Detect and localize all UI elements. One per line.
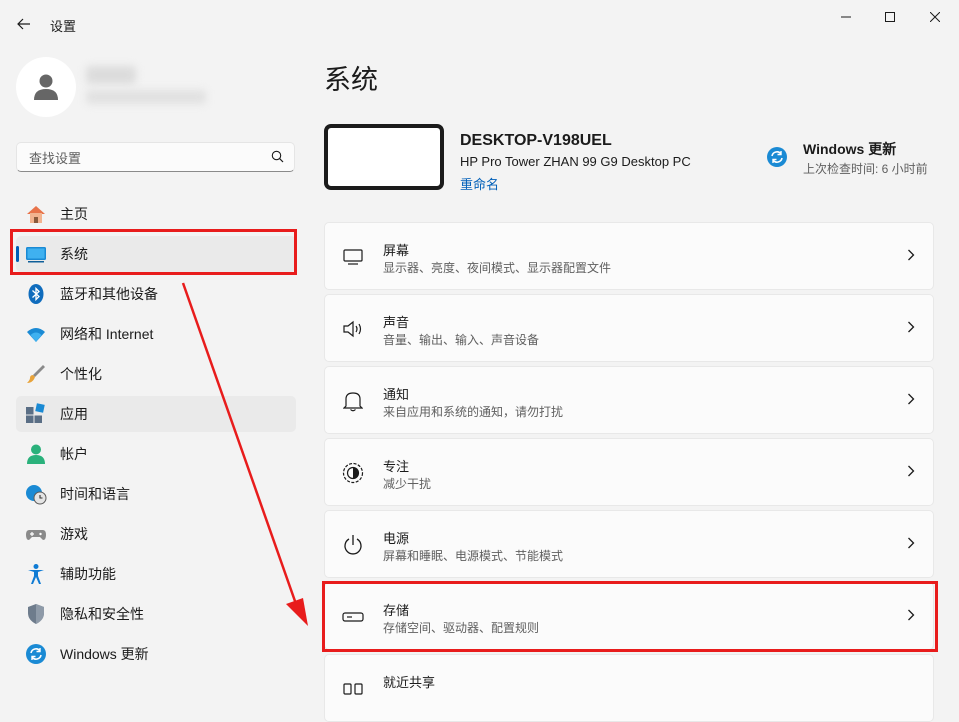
maximize-button[interactable] (870, 4, 910, 30)
storage-icon (342, 606, 364, 628)
windows-update-last-checked: 上次检查时间: 6 小时前 (803, 162, 928, 176)
back-button[interactable] (12, 12, 36, 36)
sidebar-item-label: 网络和 Internet (60, 326, 154, 342)
chevron-right-icon (908, 465, 915, 477)
settings-card-sound[interactable]: 声音 音量、输出、输入、声音设备 (324, 294, 934, 362)
sidebar-item-label: 应用 (60, 406, 88, 422)
update-icon (25, 643, 47, 665)
sidebar-item-apps[interactable]: 应用 (16, 396, 296, 432)
globe-clock-icon (25, 483, 47, 505)
close-button[interactable] (915, 4, 955, 30)
settings-card-display[interactable]: 屏幕 显示器、亮度、夜间模式、显示器配置文件 (324, 222, 934, 290)
settings-card-focus[interactable]: 专注 减少干扰 (324, 438, 934, 506)
chevron-right-icon (908, 249, 915, 261)
sidebar-item-time-language[interactable]: 时间和语言 (16, 476, 296, 512)
chevron-right-icon (908, 609, 915, 621)
wifi-icon (25, 323, 47, 345)
settings-card-nearby-share[interactable]: 就近共享 (324, 654, 934, 722)
sidebar-item-system[interactable]: 系统 (16, 236, 296, 272)
card-subtitle: 来自应用和系统的通知，请勿打扰 (383, 405, 564, 419)
sidebar-item-label: 系统 (60, 246, 88, 262)
settings-card-storage[interactable]: 存储 存储空间、驱动器、配置规则 (324, 582, 934, 650)
sidebar-item-accounts[interactable]: 帐户 (16, 436, 296, 472)
device-model: HP Pro Tower ZHAN 99 G9 Desktop PC (460, 154, 691, 169)
sidebar-item-gaming[interactable]: 游戏 (16, 516, 296, 552)
card-subtitle: 存储空间、驱动器、配置规则 (383, 621, 540, 635)
avatar[interactable] (16, 57, 76, 117)
card-subtitle: 显示器、亮度、夜间模式、显示器配置文件 (383, 261, 612, 275)
card-title: 通知 (383, 387, 410, 402)
windows-update-icon[interactable] (766, 146, 788, 168)
user-icon (34, 74, 58, 100)
windows-update-title[interactable]: Windows 更新 (803, 139, 896, 159)
system-icon (25, 243, 47, 265)
bluetooth-icon (25, 283, 47, 305)
sidebar-item-bluetooth[interactable]: 蓝牙和其他设备 (16, 276, 296, 312)
account-icon (25, 443, 47, 465)
sidebar-item-label: Windows 更新 (60, 646, 149, 662)
sidebar-item-accessibility[interactable]: 辅助功能 (16, 556, 296, 592)
bell-icon (342, 390, 364, 412)
monitor-icon (342, 246, 364, 268)
nearby-share-icon (342, 678, 364, 700)
minimize-button[interactable] (826, 4, 866, 30)
card-subtitle: 减少干扰 (383, 477, 432, 491)
chevron-right-icon (908, 321, 915, 333)
minimize-icon (841, 16, 851, 18)
card-subtitle: 屏幕和睡眠、电源模式、节能模式 (383, 549, 564, 563)
close-icon (930, 12, 940, 22)
home-icon (25, 203, 47, 225)
card-title: 存储 (383, 603, 410, 618)
power-icon (342, 534, 364, 556)
selection-indicator (16, 246, 19, 262)
settings-card-power[interactable]: 电源 屏幕和睡眠、电源模式、节能模式 (324, 510, 934, 578)
rename-link[interactable]: 重命名 (460, 174, 499, 193)
card-title: 声音 (383, 315, 410, 330)
back-arrow-icon (17, 18, 30, 30)
sidebar-item-label: 辅助功能 (60, 566, 116, 582)
search-box[interactable] (16, 142, 295, 172)
brush-icon (25, 363, 47, 385)
sidebar-item-label: 个性化 (60, 366, 102, 382)
app-title: 设置 (50, 19, 77, 34)
card-title: 屏幕 (383, 243, 410, 258)
sidebar-item-label: 隐私和安全性 (60, 606, 144, 622)
sidebar-item-label: 帐户 (60, 446, 88, 462)
sidebar-item-label: 时间和语言 (60, 486, 130, 502)
shield-icon (25, 603, 47, 625)
accessibility-icon (25, 563, 47, 585)
card-subtitle: 音量、输出、输入、声音设备 (383, 333, 540, 347)
card-title: 电源 (383, 531, 410, 546)
apps-icon (25, 403, 47, 425)
sidebar-item-windows-update[interactable]: Windows 更新 (16, 636, 296, 672)
sidebar-item-label: 游戏 (60, 526, 88, 542)
chevron-right-icon (908, 537, 915, 549)
device-name: DESKTOP-V198UEL (460, 132, 612, 149)
page-title: 系统 (324, 65, 378, 95)
sidebar-item-label: 主页 (60, 206, 88, 222)
speaker-icon (342, 318, 364, 340)
search-input[interactable] (27, 148, 261, 168)
focus-icon (342, 462, 364, 484)
search-icon (271, 150, 284, 163)
chevron-right-icon (908, 393, 915, 405)
profile-name-redacted (86, 66, 136, 84)
card-title: 专注 (383, 459, 410, 474)
settings-card-notifications[interactable]: 通知 来自应用和系统的通知，请勿打扰 (324, 366, 934, 434)
device-image (324, 124, 444, 190)
maximize-icon (885, 12, 895, 22)
sidebar-item-network[interactable]: 网络和 Internet (16, 316, 296, 352)
sidebar-item-home[interactable]: 主页 (16, 196, 296, 232)
profile-email-redacted (86, 90, 206, 104)
sidebar-item-privacy[interactable]: 隐私和安全性 (16, 596, 296, 632)
sidebar-item-personalization[interactable]: 个性化 (16, 356, 296, 392)
gamepad-icon (25, 523, 47, 545)
sidebar-item-label: 蓝牙和其他设备 (60, 286, 158, 302)
